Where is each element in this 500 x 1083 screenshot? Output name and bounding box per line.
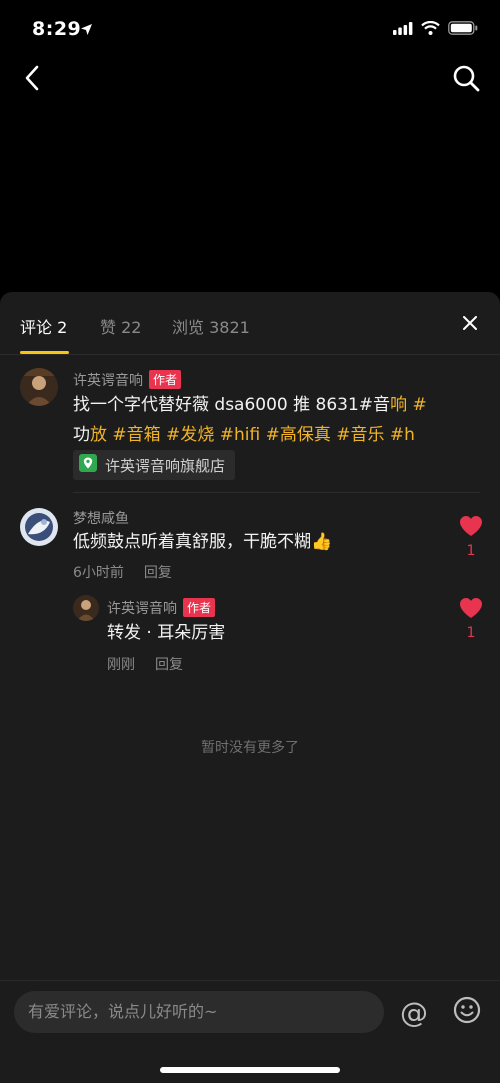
search-button[interactable] [448,62,484,98]
reply-button[interactable]: 回复 [155,657,183,673]
comment-author[interactable]: 许英谔音响 作者 [73,370,182,390]
hashtag-text[interactable]: 乐 [367,425,384,445]
hashtag-text[interactable]: 放 [90,425,107,445]
search-icon [452,64,480,96]
at-icon: @ [400,995,428,1029]
mention-button[interactable]: @ [397,995,431,1029]
hashtag-text[interactable]: #音 [331,425,367,445]
emoji-icon [453,996,481,1028]
comment-meta: 6小时前 回复 [73,562,172,582]
back-button[interactable] [14,62,50,98]
battery-icon [448,20,478,39]
comment-input[interactable]: 有爱评论，说点儿好听的~ [14,991,384,1033]
hashtag-text[interactable]: #音 [107,425,143,445]
post-text-part: 找一个字代替好薇 dsa6000 推 8631#音 [73,395,391,415]
author-tag: 作者 [183,598,216,617]
post-text: 找一个字代替好薇 dsa6000 推 8631#音响 # 功放 #音箱 #发烧 #… [73,390,443,450]
comment-time: 6小时前 [73,565,124,581]
close-button[interactable] [458,312,482,336]
location-arrow-icon [80,21,93,40]
status-icons [393,20,478,39]
home-indicator [160,1067,340,1073]
hashtag-text[interactable]: #h [384,425,415,445]
like-button[interactable]: 1 [458,597,484,641]
author-name[interactable]: 许英谔音响 [107,601,177,617]
heart-icon [459,598,483,623]
hashtag-text[interactable]: 箱 [144,425,161,445]
hashtag-text[interactable]: 保真 [297,425,331,445]
hashtag-text[interactable]: 响 [390,395,407,415]
comment-text: 低频鼓点听着真舒服，干脆不糊👍 [73,532,333,552]
chevron-left-icon [24,65,40,95]
comments-sheet: 评论 2 赞 22 浏览 3821 许英谔音响 作者 找一个字代替好薇 dsa60… [0,292,500,1082]
comment-author[interactable]: 梦想咸鱼 [73,508,129,528]
avatar[interactable] [20,508,58,546]
hashtag-text[interactable]: #发 [161,425,197,445]
author-tag: 作者 [149,370,182,389]
avatar[interactable] [20,368,58,406]
active-tab-indicator [20,351,69,354]
like-button[interactable]: 1 [458,515,484,559]
tab-bar: 评论 2 赞 22 浏览 3821 [0,292,500,355]
emoji-button[interactable] [450,995,484,1029]
author-name[interactable]: 许英谔音响 [73,373,143,389]
comment-input-bar: 有爱评论，说点儿好听的~ @ [0,980,500,1083]
close-icon [463,315,477,334]
like-count: 1 [466,543,476,559]
tab-likes[interactable]: 赞 22 [100,314,141,338]
location-pin-icon [79,454,97,476]
reply-time: 刚刚 [107,657,135,673]
no-more-text: 暂时没有更多了 [201,740,299,756]
status-bar: 8:29 [0,0,500,60]
heart-icon [459,516,483,541]
wifi-icon [421,20,440,39]
tab-views[interactable]: 浏览 3821 [172,314,250,338]
tab-comments[interactable]: 评论 2 [20,314,67,338]
hashtag-text[interactable]: 烧 [197,425,214,445]
status-time: 8:29 [32,18,82,40]
like-count: 1 [466,625,476,641]
reply-text: 转发 · 耳朵厉害 [107,623,226,643]
reply-meta: 刚刚 回复 [107,654,183,674]
hashtag-text[interactable]: #hifi #高 [214,425,297,445]
store-link[interactable]: 许英谔音响旗舰店 [73,450,236,480]
cellular-signal-icon [393,20,413,39]
post-text-part: 功 [73,425,90,445]
store-label[interactable]: 许英谔音响旗舰店 [105,455,225,476]
avatar[interactable] [73,595,99,621]
reply-author[interactable]: 许英谔音响 作者 [107,598,216,618]
reply-button[interactable]: 回复 [144,565,172,581]
divider [73,492,480,493]
hashtag-text[interactable]: # [407,395,426,415]
